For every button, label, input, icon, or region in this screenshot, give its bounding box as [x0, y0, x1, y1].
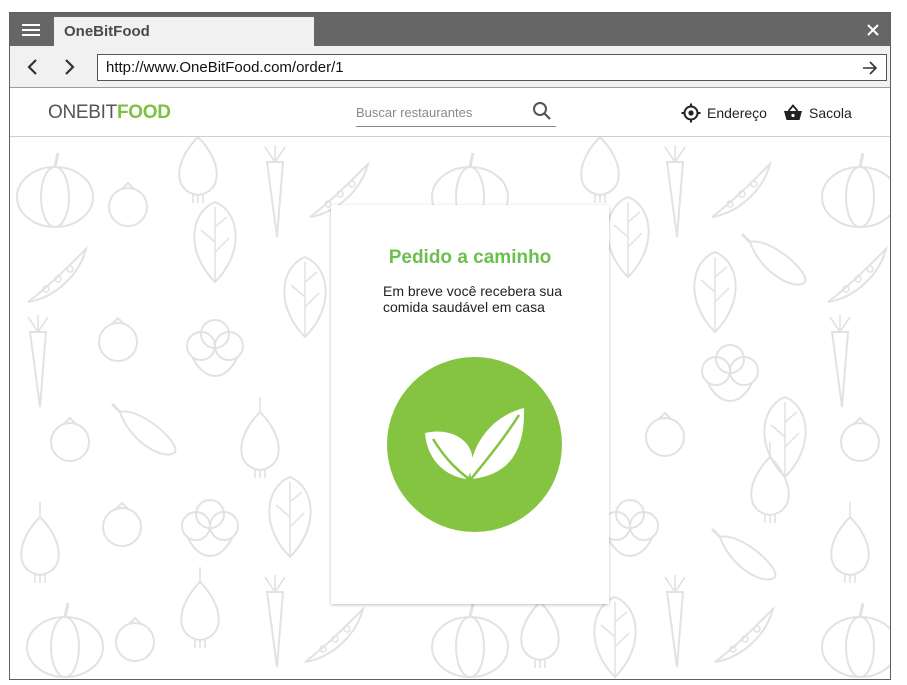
browser-window: OneBitFood http://www.OneBitFood.com/ord… [9, 12, 891, 680]
logo[interactable]: ONEBITFOOD [48, 102, 171, 124]
location-target-icon [681, 103, 701, 123]
address-link[interactable]: Endereço [681, 103, 767, 123]
shopping-basket-icon [784, 104, 802, 120]
main-content: Pedido a caminho Em breve você recebera … [10, 137, 890, 679]
arrow-right-icon[interactable] [860, 58, 880, 78]
order-status-message: Em breve você recebera sua comida saudáv… [383, 283, 562, 315]
url-input[interactable]: http://www.OneBitFood.com/order/1 [97, 54, 887, 81]
url-text: http://www.OneBitFood.com/order/1 [106, 59, 344, 76]
browser-tab[interactable]: OneBitFood [54, 17, 314, 46]
order-status-title: Pedido a caminho [388, 247, 552, 268]
tab-title: OneBitFood [64, 23, 150, 40]
logo-text-food: FOOD [116, 102, 171, 123]
browser-titlebar: OneBitFood [10, 13, 890, 46]
search-input[interactable] [356, 103, 524, 121]
address-label: Endereço [707, 105, 767, 121]
bag-label: Sacola [809, 105, 852, 121]
logo-text-onebit: ONEBIT [48, 102, 117, 123]
order-status-card: Pedido a caminho Em breve você recebera … [331, 205, 609, 604]
search-box [356, 97, 556, 127]
hamburger-menu-icon[interactable] [10, 13, 52, 46]
leaf-icon [387, 357, 562, 532]
chevron-left-icon[interactable] [20, 54, 46, 80]
app-header: ONEBITFOOD Endereço Sacola [10, 89, 890, 137]
search-icon[interactable] [532, 101, 552, 121]
address-bar: http://www.OneBitFood.com/order/1 [10, 46, 890, 88]
close-icon[interactable] [860, 17, 886, 43]
chevron-right-icon[interactable] [56, 54, 82, 80]
bag-link[interactable]: Sacola [783, 103, 852, 123]
